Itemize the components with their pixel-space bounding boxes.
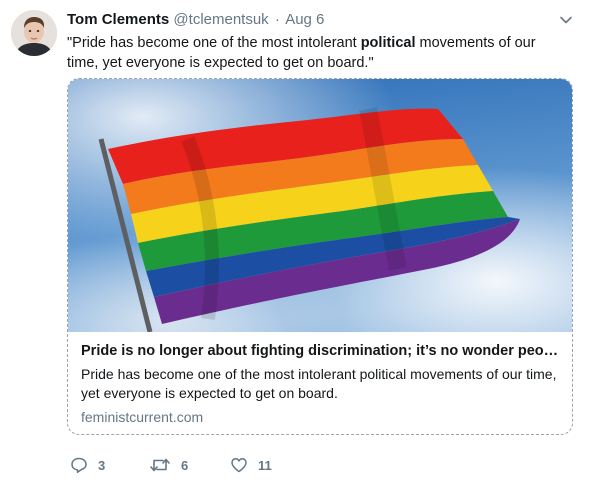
card-title[interactable]: Pride is no longer about fighting discri… [81,342,559,361]
reply-button[interactable]: 3 [70,455,105,475]
separator: · [274,11,280,28]
card-image[interactable] [68,79,572,333]
tweet-text-bold: political [360,35,416,51]
tweet-text-start: "Pride has become one of the most intole… [67,35,361,51]
card-body[interactable]: Pride is no longer about fighting discri… [68,332,572,427]
retweet-count: 6 [181,457,189,473]
avatar[interactable] [11,10,57,56]
tweet-date[interactable]: Aug 6 [285,11,324,28]
author-handle[interactable]: @tclementsuk [173,11,268,28]
card-domain[interactable]: feministcurrent.com [81,408,559,427]
retweet-button[interactable]: 6 [149,455,188,475]
tweet-header: Tom Clements @tclementsuk · Aug 6 [67,11,324,31]
reply-icon[interactable] [70,456,88,474]
reply-count: 3 [98,457,106,473]
author-name[interactable]: Tom Clements [67,11,169,28]
link-card[interactable]: Pride is no longer about fighting discri… [67,78,573,435]
chevron-down-icon[interactable] [558,12,574,28]
tweet[interactable]: Tom Clements @tclementsuk · Aug 6 "Pride… [0,0,590,483]
like-button[interactable]: 11 [230,455,272,475]
heart-icon[interactable] [230,456,248,474]
like-count: 11 [258,457,272,473]
retweet-icon[interactable] [149,456,171,474]
card-description: Pride has become one of the most intoler… [81,366,557,401]
tweet-text: "Pride has become one of the most intole… [67,33,567,73]
